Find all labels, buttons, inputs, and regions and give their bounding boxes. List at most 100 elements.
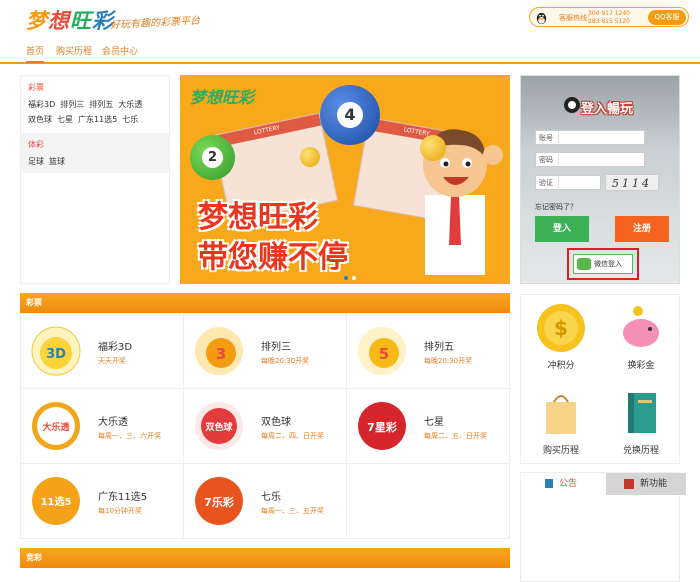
svg-text:7乐彩: 7乐彩 xyxy=(204,495,234,509)
captcha-field[interactable]: 验证 xyxy=(535,175,601,190)
lottery-schedule: 每周一、三、五开奖 xyxy=(261,507,324,515)
tab-announcement-label: 公告 xyxy=(559,479,578,489)
category-link[interactable]: 大乐透 xyxy=(118,100,142,109)
category-link[interactable]: 排列三 xyxy=(60,100,84,109)
password-input[interactable] xyxy=(558,154,644,165)
lottery-schedule: 每晚20:30开奖 xyxy=(424,357,473,365)
qq-penguin-icon xyxy=(536,12,547,25)
purchase-history-button[interactable]: 购买历程 xyxy=(521,380,601,465)
category-link[interactable]: 七乐 xyxy=(122,115,138,124)
gold-coin-icon xyxy=(420,135,446,161)
quick-action-label: 兑换历程 xyxy=(622,446,659,456)
wechat-login-button[interactable]: 微信登入 xyxy=(573,254,633,274)
nav-member-center[interactable]: 会员中心 xyxy=(102,44,138,57)
tab-new-features-label: 新功能 xyxy=(640,479,668,489)
notebook-icon xyxy=(628,393,656,433)
password-label: 密码 xyxy=(539,156,553,164)
site-slogan: 好玩有趣的彩票平台 xyxy=(109,15,201,32)
hotline-numbers: 304 917 1240 283 815 5120 xyxy=(588,10,630,26)
lottery-ball-icon xyxy=(564,97,580,113)
svg-text:7星彩: 7星彩 xyxy=(367,420,397,434)
recharge-points-button[interactable]: $ 冲积分 xyxy=(521,295,601,380)
lottery-name: 大乐透 xyxy=(98,417,128,428)
dlt-icon: 大乐透 xyxy=(32,402,80,450)
banner-subheadline: 带您赚不停 xyxy=(198,240,348,275)
hotline-number-1: 304 917 1240 xyxy=(588,10,630,17)
account-input[interactable] xyxy=(558,132,644,143)
password-field[interactable]: 密码 xyxy=(535,152,645,167)
lottery-schedule: 每周一、三、六开奖 xyxy=(98,432,161,440)
site-logo[interactable]: 梦想旺彩 xyxy=(26,5,114,35)
site-header: 梦想旺彩 好玩有趣的彩票平台 客服热线： 304 917 1240 283 81… xyxy=(0,0,700,40)
category-link[interactable]: 篮球 xyxy=(49,157,65,166)
svg-text:3D: 3D xyxy=(46,347,66,362)
lottery-item-gd115[interactable]: 11选5 广东11选5 每10分钟开奖 xyxy=(21,464,184,539)
captcha-input[interactable] xyxy=(558,177,598,188)
lottery-schedule: 每周二、五、日开奖 xyxy=(424,432,487,440)
shopping-bag-icon xyxy=(546,395,576,434)
category-link[interactable]: 足球 xyxy=(28,157,44,166)
banner-pagination[interactable] xyxy=(342,272,358,283)
cartoon-man-image xyxy=(423,129,503,275)
lottery-schedule: 每周二、四、日开奖 xyxy=(261,432,324,440)
hotline-box: 客服热线： 304 917 1240 283 815 5120 QQ客服 xyxy=(529,7,689,27)
category-link[interactable]: 福彩3D xyxy=(28,100,55,109)
lottery-item-dlt[interactable]: 大乐透 大乐透 每周一、三、六开奖 xyxy=(21,389,184,464)
lottery-item-ql[interactable]: 7乐彩 七乐 每周一、三、五开奖 xyxy=(184,464,347,539)
lottery-ball-icon: 4 xyxy=(320,85,380,145)
p3-icon: 3 xyxy=(195,327,243,375)
lottery-name: 七乐 xyxy=(261,492,281,503)
lottery-item-qx[interactable]: 7星彩 七星 每周二、五、日开奖 xyxy=(347,389,510,464)
svg-text:3: 3 xyxy=(216,345,226,363)
lottery-section-header: 彩票 xyxy=(20,293,510,313)
quick-action-label: 购买历程 xyxy=(542,446,579,456)
category-link[interactable]: 双色球 xyxy=(28,115,52,124)
captcha-label: 验证 xyxy=(539,179,553,187)
fc3d-icon: 3D xyxy=(31,326,81,376)
qq-service-button[interactable]: QQ客服 xyxy=(648,10,686,25)
lottery-name: 排列五 xyxy=(424,342,454,353)
svg-text:大乐透: 大乐透 xyxy=(42,421,70,433)
announcement-icon xyxy=(545,479,553,488)
exchange-history-button[interactable]: 兑换历程 xyxy=(601,380,681,465)
login-button[interactable]: 登入 xyxy=(535,216,589,242)
ssq-icon: 双色球 xyxy=(195,402,243,450)
tab-announcement[interactable]: 公告 xyxy=(521,473,601,495)
nav-purchase-history[interactable]: 购买历程 xyxy=(56,44,92,57)
register-button[interactable]: 注册 xyxy=(615,216,669,242)
quick-action-label: 冲积分 xyxy=(547,361,575,371)
sports-category-title: 体彩 xyxy=(28,140,44,149)
account-field[interactable]: 账号 xyxy=(535,130,645,145)
exchange-prize-button[interactable]: 换彩金 xyxy=(601,295,681,380)
banner-logo: 梦想旺彩 xyxy=(190,88,255,107)
lottery-item-fc3d[interactable]: 3D 福彩3D 天天开奖 xyxy=(21,314,184,389)
category-link[interactable]: 七星 xyxy=(57,115,73,124)
lottery-name: 双色球 xyxy=(261,417,291,428)
lottery-item-p5[interactable]: 5 排列五 每晚20:30开奖 xyxy=(347,314,510,389)
coin-icon: $ xyxy=(537,304,585,352)
tab-new-features[interactable]: 新功能 xyxy=(606,473,686,495)
wechat-login-label: 微信登入 xyxy=(594,260,622,268)
main-nav: 首页 购买历程 会员中心 xyxy=(0,40,700,64)
p5-icon: 5 xyxy=(358,327,406,375)
promo-banner[interactable]: LOTTERY LOTTERY 梦想旺彩 4 2 梦想旺彩 带您赚不停 xyxy=(180,75,510,284)
lottery-category-title: 彩票 xyxy=(28,83,44,92)
nav-home[interactable]: 首页 xyxy=(26,44,45,63)
svg-text:5: 5 xyxy=(379,345,389,363)
banner-headline: 梦想旺彩 xyxy=(198,200,318,235)
lottery-item-p3[interactable]: 3 排列三 每晚20:30开奖 xyxy=(184,314,347,389)
jingcai-section-header: 竞彩 xyxy=(20,548,510,568)
quick-action-label: 换彩金 xyxy=(627,361,655,371)
lottery-name: 排列三 xyxy=(261,342,291,353)
hotline-number-2: 283 815 5120 xyxy=(588,18,630,25)
lottery-item-ssq[interactable]: 双色球 双色球 每周二、四、日开奖 xyxy=(184,389,347,464)
category-link[interactable]: 广东11选5 xyxy=(78,115,117,124)
category-box: 彩票 福彩3D 排列三 排列五 大乐透 双色球 七星 广东11选5 七乐 体彩 足球 篮球 xyxy=(20,75,170,284)
account-label: 账号 xyxy=(539,134,553,142)
svg-text:11选5: 11选5 xyxy=(41,495,72,508)
svg-text:双色球: 双色球 xyxy=(205,421,233,433)
lottery-schedule: 天天开奖 xyxy=(98,357,126,365)
captcha-image[interactable]: 5114 xyxy=(605,174,659,191)
category-link[interactable]: 排列五 xyxy=(89,100,113,109)
forgot-password-link[interactable]: 忘记密码了？ xyxy=(535,202,577,212)
